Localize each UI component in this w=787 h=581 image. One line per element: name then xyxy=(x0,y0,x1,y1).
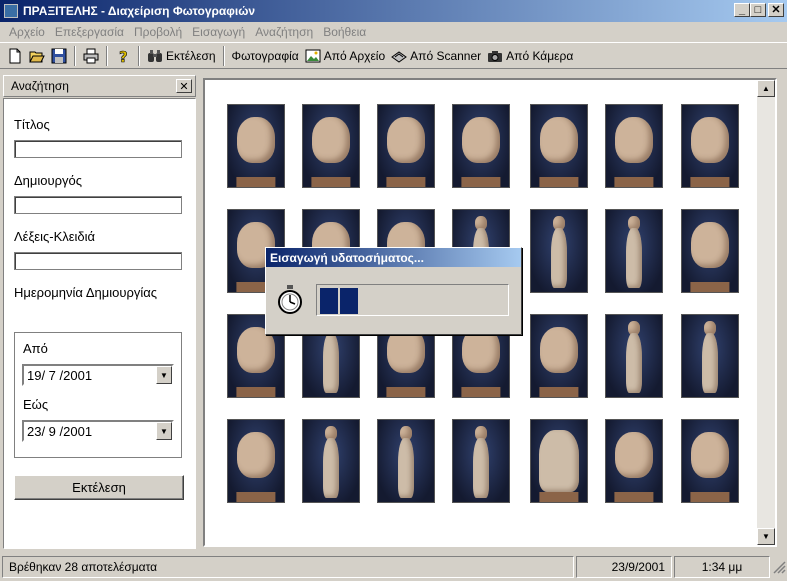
execute-toolbar-button[interactable]: Εκτέλεση xyxy=(144,45,219,67)
progress-block xyxy=(340,288,358,314)
photo-thumbnail[interactable] xyxy=(452,104,510,188)
status-date: 23/9/2001 xyxy=(576,556,672,578)
save-disk-icon xyxy=(51,48,67,63)
progress-block xyxy=(320,288,338,314)
chevron-down-icon[interactable]: ▼ xyxy=(156,422,172,440)
open-folder-icon xyxy=(29,51,45,62)
photo-toolbar-label: Φωτογραφία xyxy=(231,48,299,63)
photo-thumbnail[interactable] xyxy=(681,209,739,293)
photo-thumbnail[interactable] xyxy=(605,209,663,293)
from-date-value: 19/ 7 /2001 xyxy=(27,367,93,383)
status-bar: Βρέθηκαν 28 αποτελέσματα 23/9/2001 1:34 … xyxy=(0,553,787,581)
chevron-down-icon[interactable]: ▼ xyxy=(156,366,172,384)
creator-input[interactable] xyxy=(14,196,182,214)
help-button[interactable]: ? xyxy=(112,45,134,67)
from-file-button[interactable]: Από Αρχείο xyxy=(302,45,388,67)
from-camera-button[interactable]: Από Κάμερα xyxy=(484,45,576,67)
photo-thumbnail[interactable] xyxy=(681,419,739,503)
panel-close-button[interactable]: ✕ xyxy=(176,79,192,93)
minimize-button[interactable]: _ xyxy=(734,3,750,17)
image-file-icon xyxy=(305,49,321,62)
from-date-label: Από xyxy=(23,341,48,356)
date-range-group: Από 19/ 7 /2001 ▼ Εώς 23/ 9 /2001 ▼ xyxy=(14,332,182,458)
photo-thumbnail[interactable] xyxy=(452,419,510,503)
menu-help[interactable]: Βοήθεια xyxy=(318,25,371,39)
svg-text:?: ? xyxy=(119,48,128,64)
execute-toolbar-label: Εκτέλεση xyxy=(166,48,216,63)
keywords-label: Λέξεις-Κλειδιά xyxy=(14,229,96,244)
from-date-picker[interactable]: 19/ 7 /2001 ▼ xyxy=(22,364,174,386)
photo-thumbnail[interactable] xyxy=(377,419,435,503)
from-scanner-label: Από Scanner xyxy=(410,48,482,63)
vertical-scrollbar[interactable]: ▲ ▼ xyxy=(757,80,775,545)
toolbar-separator xyxy=(222,45,225,66)
from-file-label: Από Αρχείο xyxy=(323,48,386,63)
window-title: ΠΡΑΞΙΤΕΛΗΣ - Διαχείριση Φωτογραφιών xyxy=(23,4,256,18)
photo-thumbnail[interactable] xyxy=(302,419,360,503)
resize-grip-icon[interactable] xyxy=(772,560,786,574)
search-form: Τίτλος Δημιουργός Λέξεις-Κλειδιά Ημερομη… xyxy=(3,98,196,549)
photo-thumbnail[interactable] xyxy=(530,314,588,398)
close-button[interactable]: ✕ xyxy=(768,3,784,17)
title-label: Τίτλος xyxy=(14,117,50,132)
menu-search[interactable]: Αναζήτηση xyxy=(250,25,318,39)
search-panel: Αναζήτηση ✕ Τίτλος Δημιουργός Λέξεις-Κλε… xyxy=(3,75,196,549)
menu-import[interactable]: Εισαγωγή xyxy=(187,25,250,39)
creator-label: Δημιουργός xyxy=(14,173,83,188)
to-date-label: Εώς xyxy=(23,397,49,412)
menu-edit[interactable]: Επεξεργασία xyxy=(50,25,129,39)
binoculars-icon xyxy=(148,49,162,62)
toolbar-separator xyxy=(138,45,140,66)
photo-thumbnail[interactable] xyxy=(302,104,360,188)
stopwatch-icon xyxy=(278,285,302,314)
photo-thumbnail[interactable] xyxy=(605,104,663,188)
maximize-button[interactable]: □ xyxy=(750,3,766,17)
toolbar: ? Εκτέλεση Φωτογραφία Από Αρχείο Από Sca… xyxy=(0,42,787,69)
title-bar: ΠΡΑΞΙΤΕΛΗΣ - Διαχείριση Φωτογραφιών _ □ … xyxy=(0,0,787,22)
to-date-picker[interactable]: 23/ 9 /2001 ▼ xyxy=(22,420,174,442)
photo-thumbnail[interactable] xyxy=(227,419,285,503)
scroll-up-button[interactable]: ▲ xyxy=(757,80,775,97)
save-button[interactable] xyxy=(48,45,70,67)
menu-view[interactable]: Προβολή xyxy=(129,25,187,39)
photo-thumbnail[interactable] xyxy=(377,104,435,188)
photo-toolbar-button[interactable]: Φωτογραφία xyxy=(229,45,302,67)
menu-file[interactable]: Αρχείο xyxy=(4,25,50,39)
scanner-icon xyxy=(391,50,408,63)
photo-thumbnail[interactable] xyxy=(681,314,739,398)
keywords-input[interactable] xyxy=(14,252,182,270)
status-time: 1:34 μμ xyxy=(674,556,770,578)
photo-thumbnail[interactable] xyxy=(530,419,588,503)
toolbar-separator xyxy=(74,45,76,66)
execute-search-button[interactable]: Εκτέλεση xyxy=(14,475,184,500)
new-button[interactable] xyxy=(4,45,26,67)
status-message: Βρέθηκαν 28 αποτελέσματα xyxy=(2,556,574,578)
print-button[interactable] xyxy=(80,45,102,67)
camera-icon xyxy=(488,50,503,62)
help-question-icon: ? xyxy=(119,48,128,64)
scroll-down-button[interactable]: ▼ xyxy=(757,528,775,545)
photo-thumbnail[interactable] xyxy=(605,314,663,398)
photo-thumbnail[interactable] xyxy=(681,104,739,188)
dialog-title: Εισαγωγή υδατοσήματος... xyxy=(266,248,521,267)
photo-thumbnail[interactable] xyxy=(530,104,588,188)
creation-date-label: Ημερομηνία Δημιουργίας xyxy=(14,285,158,300)
open-button[interactable] xyxy=(26,45,48,67)
menu-bar: Αρχείο Επεξεργασία Προβολή Εισαγωγή Αναζ… xyxy=(0,22,787,41)
title-input[interactable] xyxy=(14,140,182,158)
photo-thumbnail[interactable] xyxy=(530,209,588,293)
printer-icon xyxy=(83,48,99,63)
toolbar-separator xyxy=(106,45,108,66)
from-camera-label: Από Κάμερα xyxy=(506,48,574,63)
watermark-progress-dialog: Εισαγωγή υδατοσήματος... xyxy=(265,247,522,335)
photo-thumbnail[interactable] xyxy=(227,104,285,188)
search-panel-header: Αναζήτηση ✕ xyxy=(3,75,196,97)
photo-thumbnail[interactable] xyxy=(605,419,663,503)
app-icon xyxy=(4,4,18,18)
new-document-icon xyxy=(9,48,21,63)
search-panel-title: Αναζήτηση xyxy=(11,79,69,93)
progress-bar xyxy=(316,284,509,316)
from-scanner-button[interactable]: Από Scanner xyxy=(388,45,484,67)
to-date-value: 23/ 9 /2001 xyxy=(27,423,93,439)
